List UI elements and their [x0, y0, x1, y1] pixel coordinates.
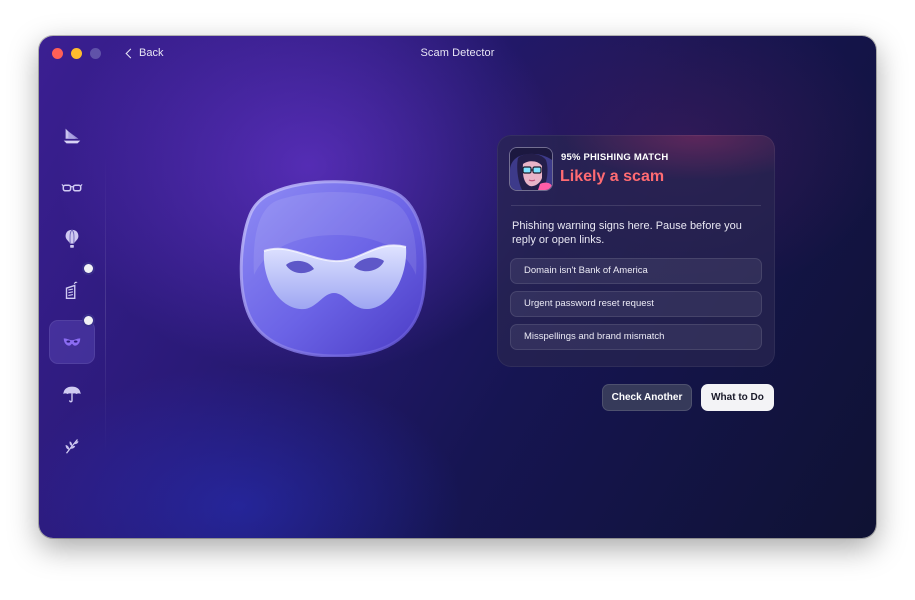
sidebar-item-building[interactable] — [49, 264, 95, 312]
hot-air-balloon-icon — [65, 229, 79, 248]
sidebar-item-balloon[interactable] — [49, 217, 95, 261]
sidebar-divider — [105, 156, 106, 456]
glasses-icon — [61, 184, 83, 192]
sidebar-item-glasses[interactable] — [49, 166, 95, 210]
warning-signs-list: Domain isn't Bank of America Urgent pass… — [510, 258, 762, 357]
check-another-button[interactable]: Check Another — [602, 384, 692, 411]
building-icon — [65, 281, 78, 299]
avatar — [510, 148, 552, 190]
sailboat-icon — [63, 128, 81, 144]
what-to-do-button[interactable]: What to Do — [701, 384, 774, 411]
result-card: 95% PHISHING MATCH Likely a scam Phishin… — [497, 135, 775, 367]
umbrella-icon — [63, 386, 81, 403]
warning-sign-item: Domain isn't Bank of America — [510, 258, 762, 284]
hero-mask-illustration — [236, 179, 432, 358]
mask-icon — [63, 338, 81, 346]
sidebar-item-umbrella[interactable] — [49, 372, 95, 416]
notification-dot — [84, 264, 93, 273]
sidebar-item-sailboat[interactable] — [49, 114, 95, 158]
avatar-illustration — [510, 148, 552, 190]
sidebar-item-plant[interactable] — [49, 423, 95, 467]
sidebar-item-scam-detector[interactable] — [49, 316, 95, 364]
warning-sign-item: Misspellings and brand mismatch — [510, 324, 762, 350]
card-divider — [511, 205, 761, 206]
match-percentage-label: 95% PHISHING MATCH — [561, 152, 669, 163]
verdict-title: Likely a scam — [560, 168, 665, 185]
mask-icon — [239, 180, 427, 358]
plant-icon — [65, 439, 79, 454]
notification-dot — [84, 316, 93, 325]
warning-sign-item: Urgent password reset request — [510, 291, 762, 317]
sidebar — [49, 114, 97, 484]
app-window: Back Scam Detector 95% PHISHING MATCH Li… — [39, 36, 876, 538]
result-description: Phishing warning signs here. Pause befor… — [512, 220, 742, 246]
window-title: Scam Detector — [420, 47, 495, 59]
